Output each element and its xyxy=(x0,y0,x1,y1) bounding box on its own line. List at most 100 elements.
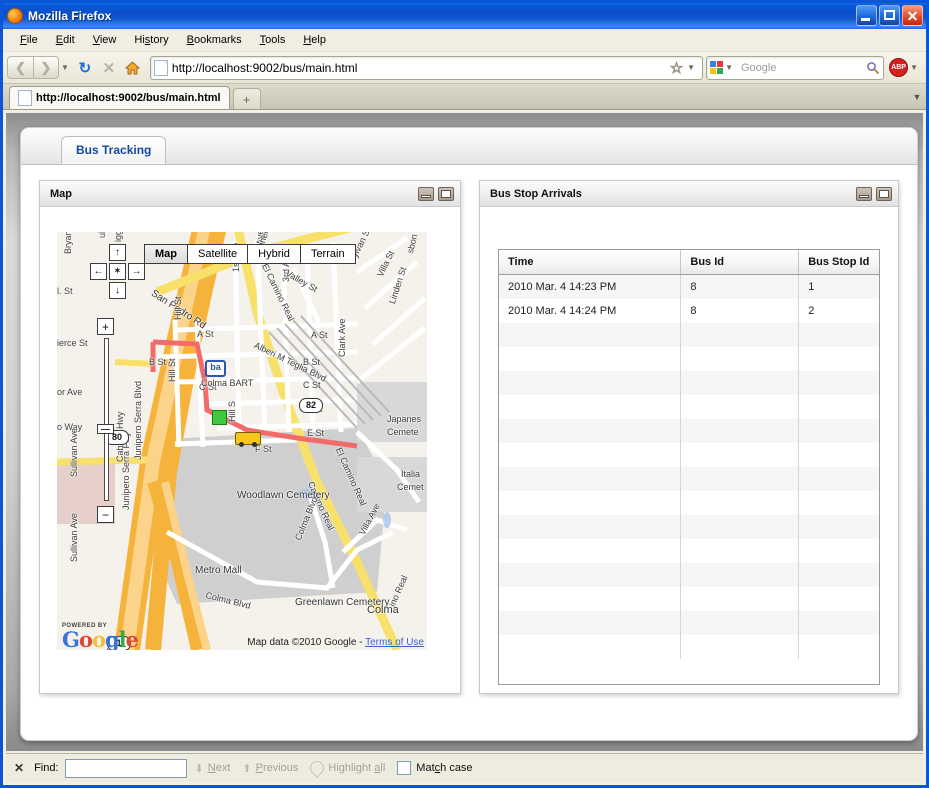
zoom-slider-handle[interactable] xyxy=(97,424,114,434)
find-next-button[interactable]: ⬇ Next xyxy=(195,762,231,775)
table-cell-empty xyxy=(681,395,799,419)
url-dropdown-icon[interactable]: ▼ xyxy=(687,63,695,72)
table-cell-empty xyxy=(681,443,799,467)
find-previous-button[interactable]: ⬆ Previous xyxy=(242,762,298,775)
pan-right-button[interactable]: → xyxy=(128,263,145,280)
bus-stop-marker[interactable] xyxy=(212,410,227,425)
map-label: B St xyxy=(149,357,166,367)
search-engine-dropdown-icon[interactable]: ▼ xyxy=(725,63,733,72)
arrivals-table: TimeBus IdBus Stop Id 2010 Mar. 4 14:23 … xyxy=(499,250,879,659)
arrivals-table-body: 2010 Mar. 4 14:23 PM812010 Mar. 4 14:24 … xyxy=(499,275,879,660)
menu-item-tools[interactable]: Tools xyxy=(251,32,295,48)
map-label: iggs St xyxy=(113,232,123,242)
zoom-slider-track[interactable] xyxy=(104,338,109,501)
table-cell-empty xyxy=(681,419,799,443)
menu-item-bookmarks[interactable]: Bookmarks xyxy=(178,32,251,48)
find-highlight-all-label: Highlight all xyxy=(328,762,385,774)
pan-up-button[interactable]: ↑ xyxy=(109,244,126,261)
menu-item-file[interactable]: File xyxy=(11,32,47,48)
map-label: l. St xyxy=(57,286,73,296)
column-header[interactable]: Bus Stop Id xyxy=(799,250,879,275)
table-row-empty xyxy=(499,635,879,659)
find-match-case-toggle[interactable]: Match case xyxy=(397,761,472,775)
toolbar-overflow-icon[interactable]: ▼ xyxy=(910,63,918,72)
match-case-checkbox[interactable] xyxy=(397,761,411,775)
find-highlight-all-button[interactable]: Highlight all xyxy=(310,761,385,775)
list-all-tabs-icon[interactable]: ▼ xyxy=(908,92,926,102)
url-bar[interactable]: http://localhost:9002/bus/main.html ☆ ▼ xyxy=(150,56,703,80)
arrivals-panel-body: TimeBus IdBus Stop Id 2010 Mar. 4 14:23 … xyxy=(480,207,898,693)
map-type-terrain-button[interactable]: Terrain xyxy=(300,244,356,264)
column-header[interactable]: Time xyxy=(499,250,681,275)
highlight-icon xyxy=(308,758,328,778)
adblock-plus-icon[interactable]: ABP xyxy=(889,58,908,77)
pan-control: ↑ ← ✶ → ↓ xyxy=(90,244,145,302)
map-label: A St xyxy=(197,329,214,339)
stop-button[interactable]: ✕ xyxy=(97,56,121,79)
map-label: ierce St xyxy=(57,338,88,348)
app-frame: Bus Tracking Map xyxy=(20,127,918,741)
column-header[interactable]: Bus Id xyxy=(681,250,799,275)
table-cell-empty xyxy=(681,467,799,491)
menu-item-help[interactable]: Help xyxy=(294,32,335,48)
map-label: Italia xyxy=(401,469,420,479)
find-input[interactable] xyxy=(65,759,187,778)
bookmark-star-icon[interactable]: ☆ xyxy=(670,59,683,77)
table-cell-empty xyxy=(799,443,879,467)
map-label: Metro Mall xyxy=(195,565,242,576)
menu-item-view[interactable]: View xyxy=(84,32,126,48)
forward-button[interactable]: ❯ xyxy=(33,56,59,79)
table-cell-empty xyxy=(681,491,799,515)
pan-down-button[interactable]: ↓ xyxy=(109,282,126,299)
new-tab-button[interactable]: + xyxy=(233,88,261,109)
reload-button[interactable]: ↻ xyxy=(73,56,97,79)
table-cell: 8 xyxy=(681,299,799,323)
find-label: Find: xyxy=(34,762,58,774)
zoom-out-button[interactable]: − xyxy=(97,506,114,523)
map-collapse-icon[interactable] xyxy=(418,187,434,201)
maximize-button[interactable] xyxy=(879,5,900,26)
arrivals-collapse-icon[interactable] xyxy=(856,187,872,201)
menu-item-history[interactable]: History xyxy=(125,32,177,48)
zoom-in-button[interactable]: + xyxy=(97,318,114,335)
map-type-map-button[interactable]: Map xyxy=(144,244,187,264)
bus-marker-icon[interactable] xyxy=(235,432,261,445)
close-button[interactable] xyxy=(902,5,923,26)
map-label: Sullivan Ave xyxy=(69,428,79,477)
table-cell-empty xyxy=(681,539,799,563)
table-cell-empty xyxy=(799,347,879,371)
arrivals-table-head: TimeBus IdBus Stop Id xyxy=(499,250,879,275)
map-label: Sullivan Ave xyxy=(69,513,79,562)
navigation-toolbar: ❮ ❯ ▼ ↻ ✕ http://localhost:9002/bus/main… xyxy=(3,52,926,84)
pan-left-button[interactable]: ← xyxy=(90,263,107,280)
map-type-hybrid-button[interactable]: Hybrid xyxy=(247,244,300,264)
colma-bart-station-icon[interactable]: ba xyxy=(205,360,226,377)
table-row-empty xyxy=(499,563,879,587)
menu-item-edit[interactable]: Edit xyxy=(47,32,84,48)
search-bar[interactable]: ▼ Google xyxy=(706,56,884,80)
tab-bus-tracking[interactable]: Bus Tracking xyxy=(61,136,166,164)
back-button[interactable]: ❮ xyxy=(7,56,33,79)
google-map[interactable]: Bryantl. Stierce Stor Aveo WaySullivan A… xyxy=(57,232,427,650)
search-icon[interactable] xyxy=(866,61,880,75)
table-row[interactable]: 2010 Mar. 4 14:24 PM82 xyxy=(499,299,879,323)
map-type-satellite-button[interactable]: Satellite xyxy=(187,244,247,264)
browser-tab[interactable]: http://localhost:9002/bus/main.html xyxy=(9,86,230,109)
pan-center-button[interactable]: ✶ xyxy=(109,263,126,280)
table-row-empty xyxy=(499,491,879,515)
minimize-button[interactable] xyxy=(856,5,877,26)
table-cell-empty xyxy=(499,611,681,635)
map-label: E St xyxy=(307,428,324,438)
table-row[interactable]: 2010 Mar. 4 14:23 PM81 xyxy=(499,275,879,300)
map-restore-icon[interactable] xyxy=(438,187,454,201)
arrivals-restore-icon[interactable] xyxy=(876,187,892,201)
table-cell-empty xyxy=(499,491,681,515)
search-input[interactable]: Google xyxy=(741,62,866,74)
home-button[interactable] xyxy=(121,56,145,79)
find-close-icon[interactable]: ✕ xyxy=(14,761,24,775)
table-cell-empty xyxy=(681,347,799,371)
find-bar: ✕ Find: ⬇ Next ⬆ Previous Highlight all … xyxy=(6,753,923,782)
history-dropdown-icon[interactable]: ▼ xyxy=(61,63,69,72)
terms-of-use-link[interactable]: Terms of Use xyxy=(365,637,424,648)
map-label: C St xyxy=(303,380,321,390)
